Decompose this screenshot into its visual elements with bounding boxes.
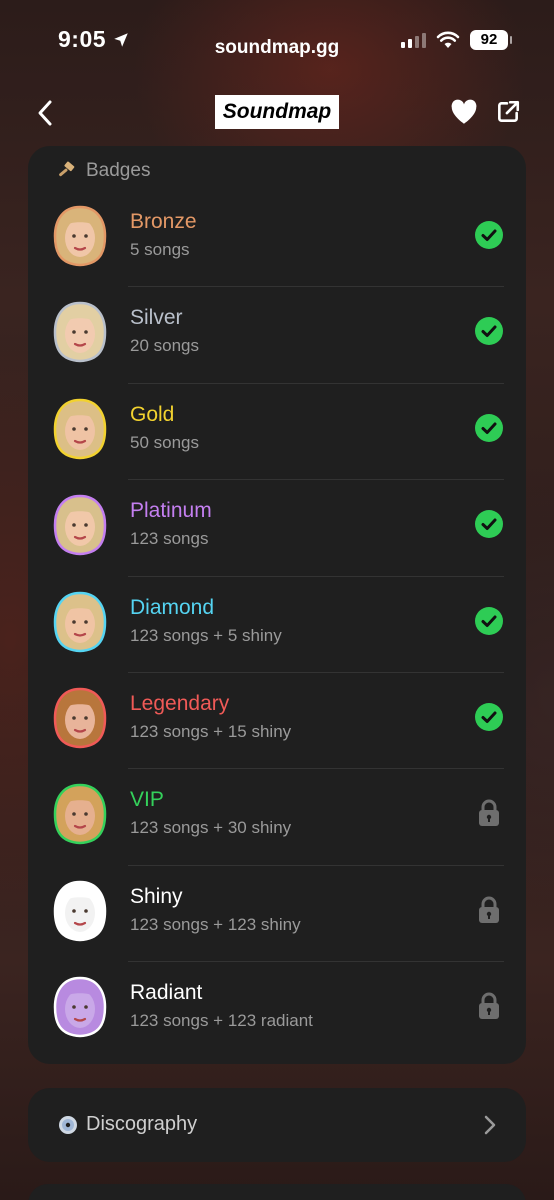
badge-name: Legendary	[130, 691, 230, 715]
badge-name: Platinum	[130, 499, 212, 523]
checkmark-icon	[474, 509, 504, 539]
chevron-left-icon	[38, 100, 52, 126]
checkmark-icon	[474, 316, 504, 346]
badge-list: Bronze 5 songs Silver 20 songs Gold 50 songs P…	[28, 190, 526, 1058]
status-bar: 9:05 soundmap.gg 92	[0, 0, 554, 80]
badge-requirement: 123 songs + 123 shiny	[130, 914, 301, 934]
checkmark-icon	[474, 606, 504, 636]
badge-name: VIP	[130, 788, 164, 812]
badge-row-vip[interactable]: VIP 123 songs + 30 shiny	[28, 768, 526, 864]
badge-name: Diamond	[130, 595, 215, 619]
system-indicators: 92	[401, 30, 512, 50]
badge-requirement: 50 songs	[130, 432, 199, 452]
badge-row-silver[interactable]: Silver 20 songs	[28, 286, 526, 382]
lock-icon	[474, 895, 504, 925]
next-card	[28, 1184, 526, 1200]
badge-requirement: 20 songs	[130, 336, 199, 356]
checkmark-icon	[474, 220, 504, 250]
back-button[interactable]	[28, 96, 62, 130]
hammer-icon	[59, 161, 75, 177]
wifi-icon	[436, 31, 460, 48]
lock-icon	[474, 991, 504, 1021]
badge-requirement: 123 songs	[130, 529, 209, 549]
soundmap-logo[interactable]: Soundmap	[215, 95, 339, 129]
badge-name: Radiant	[130, 981, 203, 1005]
badge-avatar	[50, 782, 110, 846]
badge-row-legendary[interactable]: Legendary 123 songs + 15 shiny	[28, 671, 526, 768]
favorite-button[interactable]	[448, 96, 480, 128]
badge-name: Shiny	[130, 884, 183, 908]
badge-row-gold[interactable]: Gold 50 songs	[28, 382, 526, 479]
top-nav: Soundmap	[0, 90, 554, 136]
badge-avatar	[50, 493, 110, 557]
badge-avatar	[50, 975, 110, 1039]
discography-label: Discography	[86, 1113, 198, 1135]
badge-name: Silver	[130, 306, 183, 330]
chevron-right-icon	[480, 1113, 500, 1137]
badge-avatar	[50, 204, 110, 268]
share-button[interactable]	[492, 96, 524, 128]
discography-card[interactable]: Discography	[28, 1088, 526, 1162]
checkmark-icon	[474, 413, 504, 443]
cellular-signal-icon	[401, 32, 426, 48]
badge-avatar	[50, 879, 110, 943]
checkmark-icon	[474, 702, 504, 732]
badge-row-radiant[interactable]: Radiant 123 songs + 123 radiant	[28, 961, 526, 1057]
badge-requirement: 123 songs + 123 radiant	[130, 1011, 313, 1031]
badge-avatar	[50, 300, 110, 364]
badge-avatar	[50, 397, 110, 461]
badge-requirement: 123 songs + 15 shiny	[130, 721, 292, 741]
battery-icon: 92	[470, 30, 512, 50]
badge-avatar	[50, 590, 110, 654]
badge-requirement: 123 songs + 30 shiny	[130, 818, 292, 838]
lock-icon	[474, 798, 504, 828]
badge-row-shiny[interactable]: Shiny 123 songs + 123 shiny	[28, 864, 526, 961]
disc-icon	[59, 1115, 77, 1134]
badge-requirement: 5 songs	[130, 240, 190, 259]
badges-title: Badges	[86, 160, 151, 181]
badge-requirement: 123 songs + 5 shiny	[130, 625, 282, 645]
badge-row-platinum[interactable]: Platinum 123 songs	[28, 479, 526, 575]
discography-label-group: Discography	[58, 1113, 197, 1136]
badge-row-bronze[interactable]: Bronze 5 songs	[28, 190, 526, 286]
badge-row-diamond[interactable]: Diamond 123 songs + 5 shiny	[28, 575, 526, 672]
badge-name: Bronze	[130, 210, 197, 233]
heart-icon	[451, 99, 477, 124]
share-icon	[498, 100, 520, 122]
badges-header: Badges	[56, 160, 150, 182]
badge-avatar	[50, 686, 110, 750]
badge-name: Gold	[130, 402, 175, 426]
badges-card: Badges Bronze 5 songs Silver 20 songs Gold 50…	[28, 146, 526, 1064]
